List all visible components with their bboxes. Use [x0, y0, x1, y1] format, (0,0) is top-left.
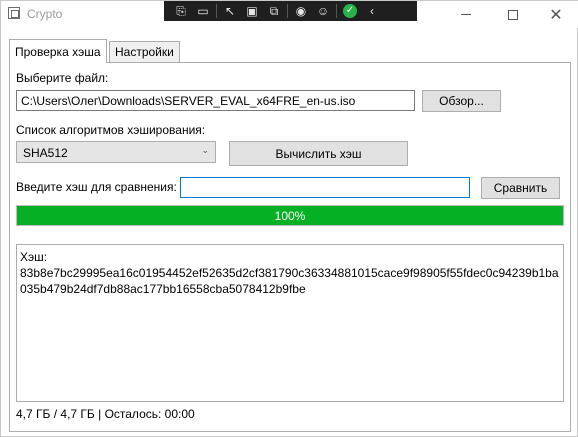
progress-text: 100%: [274, 208, 306, 223]
region-icon[interactable]: ▣: [241, 2, 263, 20]
tab-settings[interactable]: Настройки: [109, 41, 180, 63]
algorithm-label: Список алгоритмов хэширования:: [16, 123, 206, 137]
compare-hash-input[interactable]: [180, 177, 470, 198]
close-button[interactable]: ✕: [533, 1, 578, 28]
file-label: Выберите файл:: [16, 71, 109, 85]
collapse-icon[interactable]: ‹: [361, 2, 383, 20]
app-window: Crypto ⎘ ▭ ↖ ▣ ⧉ ◉ ☺ ✓ ‹ ✕ Проверка хэша…: [0, 0, 578, 437]
close-icon: ✕: [549, 6, 563, 24]
hash-result-box[interactable]: Хэш: 83b8e7bc29995ea16c01954452ef52635d2…: [16, 244, 564, 402]
maximize-button[interactable]: [490, 1, 536, 28]
hash-result-text: Хэш: 83b8e7bc29995ea16c01954452ef52635d2…: [20, 250, 559, 296]
toolbar-separator: [287, 4, 288, 18]
app-icon: [8, 7, 20, 19]
window-title: Crypto: [27, 7, 63, 21]
title-bar[interactable]: Crypto ⎘ ▭ ↖ ▣ ⧉ ◉ ☺ ✓ ‹ ✕: [1, 1, 578, 28]
accessibility-icon[interactable]: ☺: [312, 2, 334, 20]
screen-tool-overlay: ⎘ ▭ ↖ ▣ ⧉ ◉ ☺ ✓ ‹: [164, 1, 417, 21]
maximize-icon: [508, 9, 518, 20]
broadcast-icon[interactable]: ◉: [290, 2, 312, 20]
compare-label: Введите хэш для сравнения:: [16, 180, 177, 194]
record-icon[interactable]: ▭: [192, 2, 214, 20]
window-capture-icon[interactable]: ⧉: [263, 2, 285, 20]
minimize-icon: [461, 14, 471, 15]
pointer-icon[interactable]: ↖: [219, 2, 241, 20]
file-path-input[interactable]: C:\Users\Олег\Downloads\SERVER_EVAL_x64F…: [16, 90, 415, 111]
compute-hash-button[interactable]: Вычислить хэш: [229, 141, 408, 166]
toolbar-separator: [216, 4, 217, 18]
checkmark-icon[interactable]: ✓: [339, 2, 361, 20]
tab-hash-check[interactable]: Проверка хэша: [9, 39, 107, 63]
toolbar-separator: [336, 4, 337, 18]
status-text: 4,7 ГБ / 4,7 ГБ | Осталось: 00:00: [16, 407, 195, 421]
algorithm-select[interactable]: SHA512 ⌄: [16, 141, 216, 163]
progress-bar: 100%: [16, 205, 564, 226]
compare-button[interactable]: Сравнить: [481, 177, 560, 199]
browse-button[interactable]: Обзор...: [422, 90, 501, 112]
minimize-button[interactable]: [443, 1, 489, 28]
capture-icon[interactable]: ⎘: [170, 2, 192, 20]
algorithm-selected-value: SHA512: [23, 146, 68, 160]
chevron-down-icon: ⌄: [201, 145, 209, 155]
